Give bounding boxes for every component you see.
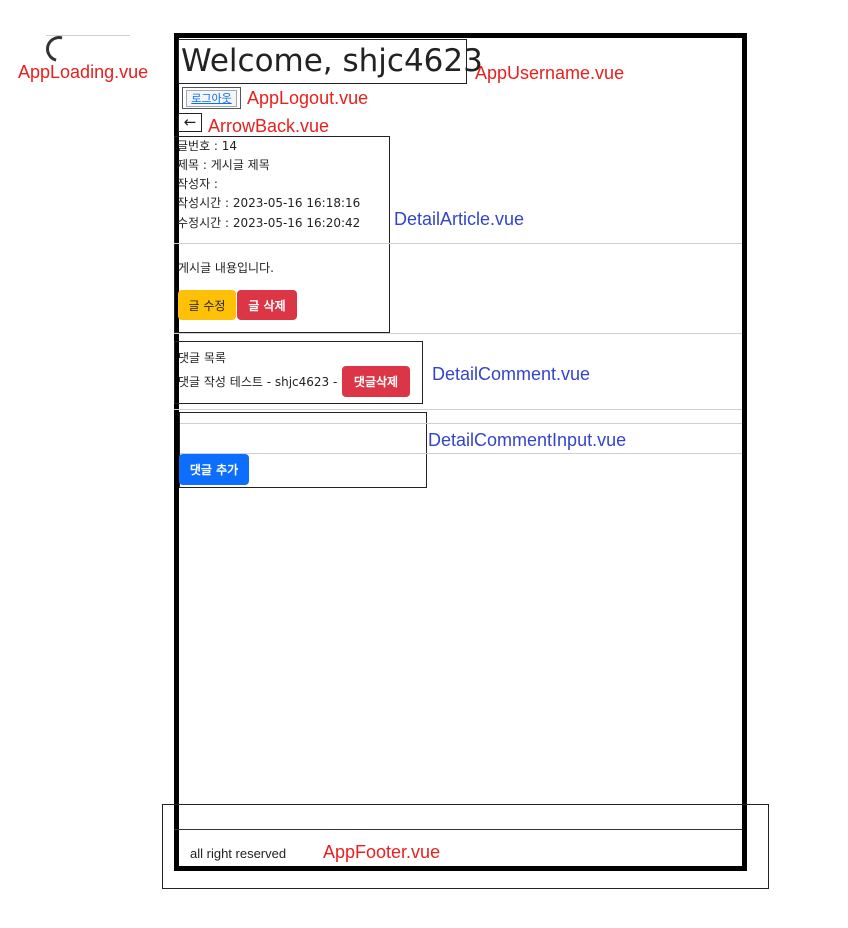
footer-text: all right reserved [190,846,287,861]
footer-rule [174,829,742,830]
logout-button[interactable]: 로그아웃 [186,90,237,107]
comment-input-bottom-rule [180,453,742,454]
arrow-back-button[interactable]: ← [178,113,202,132]
loading-rule [46,35,130,36]
add-comment-button[interactable]: 댓글 추가 [179,454,249,485]
article-number: 글번호 : 14 [177,139,238,153]
detailcommentinput-note: DetailCommentInput.vue [428,430,627,450]
welcome-title: Welcome, shjc4623 [178,39,483,84]
article-content: 게시글 내용입니다. [178,261,274,275]
delete-article-button[interactable]: 글 삭제 [237,290,297,320]
article-author: 작성자 : [177,177,218,191]
left-arrow-icon: ← [183,113,197,131]
article-updated: 수정시간 : 2023-05-16 16:20:42 [177,216,361,230]
applogout-note: AppLogout.vue [247,88,369,108]
delete-comment-button[interactable]: 댓글삭제 [342,366,410,397]
comment-list-heading: 댓글 목록 [178,351,226,365]
logout-wrapper: 로그아웃 [182,87,241,109]
article-divider [174,243,742,244]
article-title: 제목 : 게시글 제목 [177,158,270,172]
welcome-text: Welcome, shjc4623 [181,43,483,79]
article-bottom-rule [174,333,742,334]
comment-item-text: 댓글 작성 테스트 - shjc4623 - [178,375,338,389]
appfooter-note: AppFooter.vue [323,842,441,862]
appusername-note: AppUsername.vue [475,63,625,83]
arrowback-note: ArrowBack.vue [208,116,330,136]
article-created: 작성시간 : 2023-05-16 16:18:16 [177,196,361,210]
edit-article-button[interactable]: 글 수정 [178,290,236,320]
apploading-note: AppLoading.vue [18,62,149,82]
comment-input-field[interactable] [180,424,426,453]
detailcomment-note: DetailComment.vue [432,364,591,384]
comment-bottom-rule [174,409,742,410]
detailarticle-note: DetailArticle.vue [394,209,525,229]
